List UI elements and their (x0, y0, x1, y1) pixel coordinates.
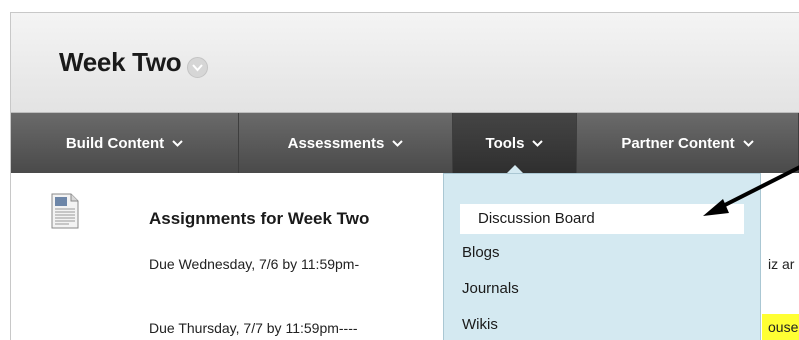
annotation-arrow-icon (703, 165, 799, 216)
course-frame: Week Two Build Content Assessments Tools… (10, 12, 799, 340)
